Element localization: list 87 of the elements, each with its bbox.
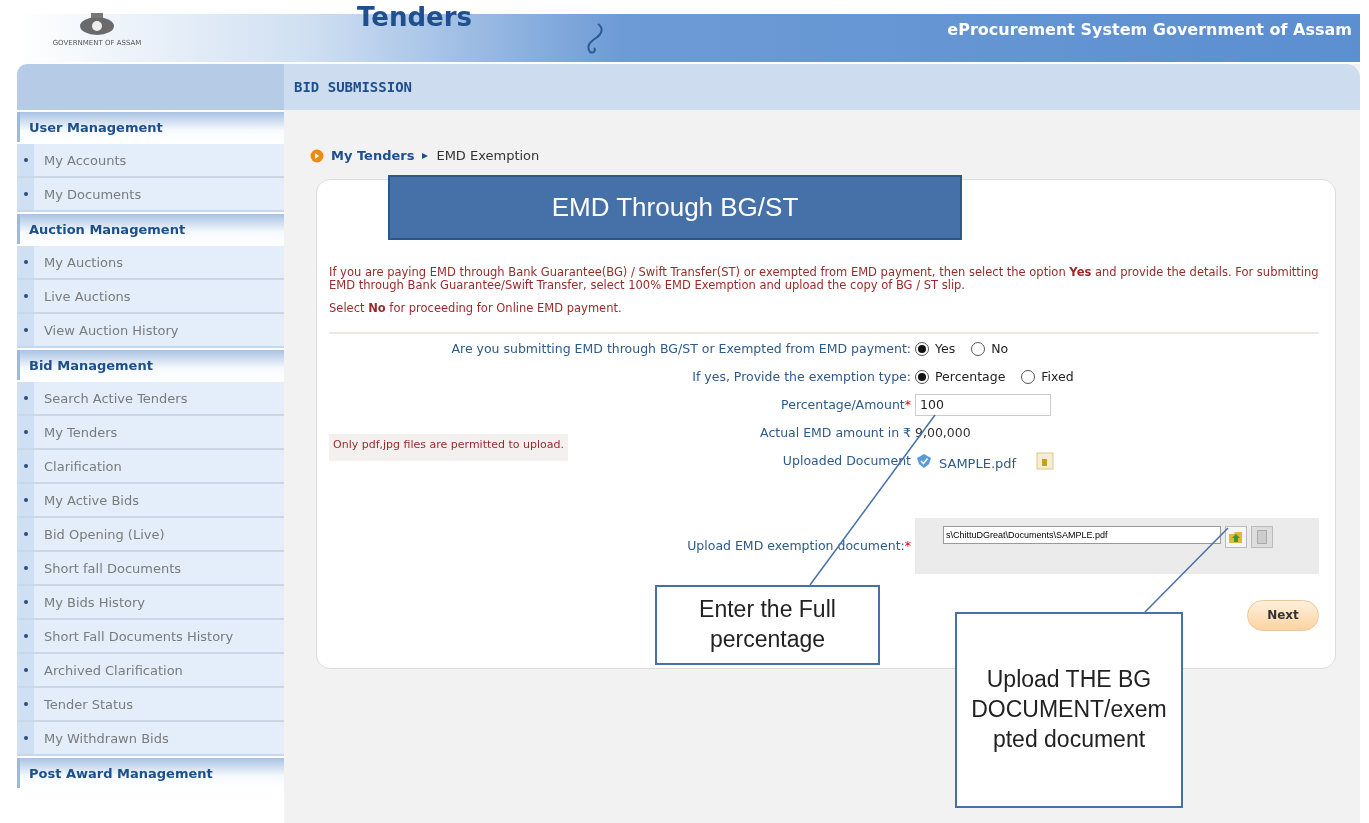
option-label: Fixed bbox=[1041, 369, 1074, 385]
annotation-callout: Enter the Full percentage bbox=[655, 585, 880, 665]
bullet-icon bbox=[23, 736, 28, 740]
sidebar-item[interactable]: Short fall Documents bbox=[17, 552, 284, 586]
bullet-circle-icon bbox=[310, 148, 324, 163]
sidebar-link[interactable]: Clarification bbox=[44, 458, 122, 474]
sidebar-section-title: Post Award Management bbox=[17, 758, 284, 788]
sidebar-link[interactable]: My Bids History bbox=[44, 594, 145, 610]
sidebar-item[interactable]: Live Auctions bbox=[17, 280, 284, 314]
sidebar-item[interactable]: Short Fall Documents History bbox=[17, 620, 284, 654]
sidebar-item[interactable]: My Bids History bbox=[17, 586, 284, 620]
shield-icon bbox=[915, 452, 933, 469]
file-type-note: Only pdf,jpg files are permitted to upload. bbox=[329, 433, 569, 461]
field-label: Upload EMD exemption document:* bbox=[687, 538, 912, 554]
sidebar-item[interactable]: My Accounts bbox=[17, 144, 284, 178]
sidebar-section-title: Auction Management bbox=[17, 214, 284, 244]
bullet-icon bbox=[23, 634, 28, 638]
sidebar-link[interactable]: View Auction History bbox=[44, 322, 179, 338]
sidebar-section-title: Bid Management bbox=[17, 350, 284, 380]
sidebar-item[interactable]: My Active Bids bbox=[17, 484, 284, 518]
annotation-callout: Upload THE BG DOCUMENT/exempted document bbox=[955, 612, 1183, 808]
next-button[interactable]: Next bbox=[1247, 599, 1319, 631]
sidebar-link[interactable]: Search Active Tenders bbox=[44, 390, 188, 406]
sidebar-link[interactable]: My Documents bbox=[44, 186, 142, 202]
option-label: Yes bbox=[935, 341, 956, 357]
bullet-icon bbox=[23, 600, 28, 604]
title-callout: EMD Through BG/ST bbox=[388, 175, 962, 240]
sidebar-link[interactable]: Archived Clarification bbox=[44, 662, 183, 678]
upload-button[interactable] bbox=[1225, 525, 1247, 548]
bullet-icon bbox=[23, 430, 28, 434]
sidebar-link[interactable]: Bid Opening (Live) bbox=[44, 526, 165, 542]
notice-text: Select No for proceeding for Online EMD payment. bbox=[329, 302, 623, 316]
field-label: Are you submitting EMD through BG/ST or Exempted from EMD payment: bbox=[451, 341, 912, 357]
bullet-icon bbox=[23, 498, 28, 502]
sidebar-item[interactable]: Search Active Tenders bbox=[17, 382, 284, 416]
bullet-icon bbox=[23, 566, 28, 570]
sidebar-section-title: User Management bbox=[17, 112, 284, 142]
notice-text: If you are paying EMD through Bank Guarantee(BG) / Swift Transfer(ST) or exempted from EMD payment, then select the option Yes and provide the details. For submitting EMD through Bank Guarantee/Swift Transfer, select 100% EMD Exemption and upload the copy of BG / ST slip. bbox=[329, 266, 1319, 293]
input-field[interactable]: 100 bbox=[915, 393, 1051, 416]
option-label: No bbox=[991, 341, 1009, 357]
page-title: BID SUBMISSION bbox=[284, 64, 1360, 110]
arrow-icon bbox=[421, 151, 430, 160]
file-link[interactable]: SAMPLE.pdf bbox=[939, 456, 1017, 472]
sidebar-link[interactable]: Short Fall Documents History bbox=[44, 628, 234, 644]
bullet-icon bbox=[23, 260, 28, 264]
field-label: If yes, Provide the exemption type: bbox=[692, 369, 912, 385]
sidebar-link[interactable]: My Auctions bbox=[44, 254, 123, 270]
breadcrumb-current: EMD Exemption bbox=[436, 148, 540, 163]
sidebar-item[interactable]: Bid Opening (Live) bbox=[17, 518, 284, 552]
sidebar-item[interactable]: My Tenders bbox=[17, 416, 284, 450]
sidebar-link[interactable]: Live Auctions bbox=[44, 288, 131, 304]
field-label: Actual EMD amount in ₹ bbox=[760, 425, 912, 441]
sidebar-item[interactable]: Clarification bbox=[17, 450, 284, 484]
sidebar-item[interactable]: View Auction History bbox=[17, 314, 284, 348]
sidebar-link[interactable]: Short fall Documents bbox=[44, 560, 182, 576]
site-title: eProcurement System Government of Assam bbox=[947, 20, 1352, 39]
sidebar-link[interactable]: My Active Bids bbox=[44, 492, 139, 508]
file-path-field[interactable]: s\ChittuDGreat\Documents\SAMPLE.pdf bbox=[943, 525, 1221, 544]
document-icon bbox=[1257, 529, 1267, 544]
sidebar-link[interactable]: My Accounts bbox=[44, 152, 127, 168]
bullet-icon bbox=[23, 294, 28, 298]
sidebar-item[interactable]: My Documents bbox=[17, 178, 284, 212]
bullet-icon bbox=[23, 532, 28, 536]
folder-arrow-icon bbox=[1228, 529, 1244, 544]
sidebar-item[interactable]: Tender Status bbox=[17, 688, 284, 722]
sidebar-item[interactable]: My Auctions bbox=[17, 246, 284, 280]
sidebar-link[interactable]: Tender Status bbox=[44, 696, 134, 712]
radio-button[interactable] bbox=[915, 369, 929, 384]
bullet-icon bbox=[23, 396, 28, 400]
radio-button[interactable] bbox=[915, 341, 929, 356]
sidebar-item[interactable]: My Withdrawn Bids bbox=[17, 722, 284, 756]
breadcrumb-link[interactable]: My Tenders bbox=[331, 148, 415, 163]
emblem-icon bbox=[77, 12, 117, 38]
bullet-icon bbox=[23, 668, 28, 672]
bullet-icon bbox=[23, 702, 28, 706]
sidebar-link[interactable]: My Tenders bbox=[44, 424, 118, 440]
sidebar-item[interactable]: Archived Clarification bbox=[17, 654, 284, 688]
sidebar-link[interactable]: My Withdrawn Bids bbox=[44, 730, 169, 746]
field-label: Percentage/Amount* bbox=[781, 397, 912, 413]
bullet-icon bbox=[23, 328, 28, 332]
site-brand: Tenders bbox=[357, 2, 472, 32]
option-label: Percentage bbox=[935, 369, 1006, 385]
bullet-icon bbox=[23, 464, 28, 468]
radio-button[interactable] bbox=[1021, 369, 1036, 384]
radio-button[interactable] bbox=[971, 341, 986, 356]
bullet-icon bbox=[23, 192, 28, 196]
bullet-icon bbox=[23, 158, 28, 162]
